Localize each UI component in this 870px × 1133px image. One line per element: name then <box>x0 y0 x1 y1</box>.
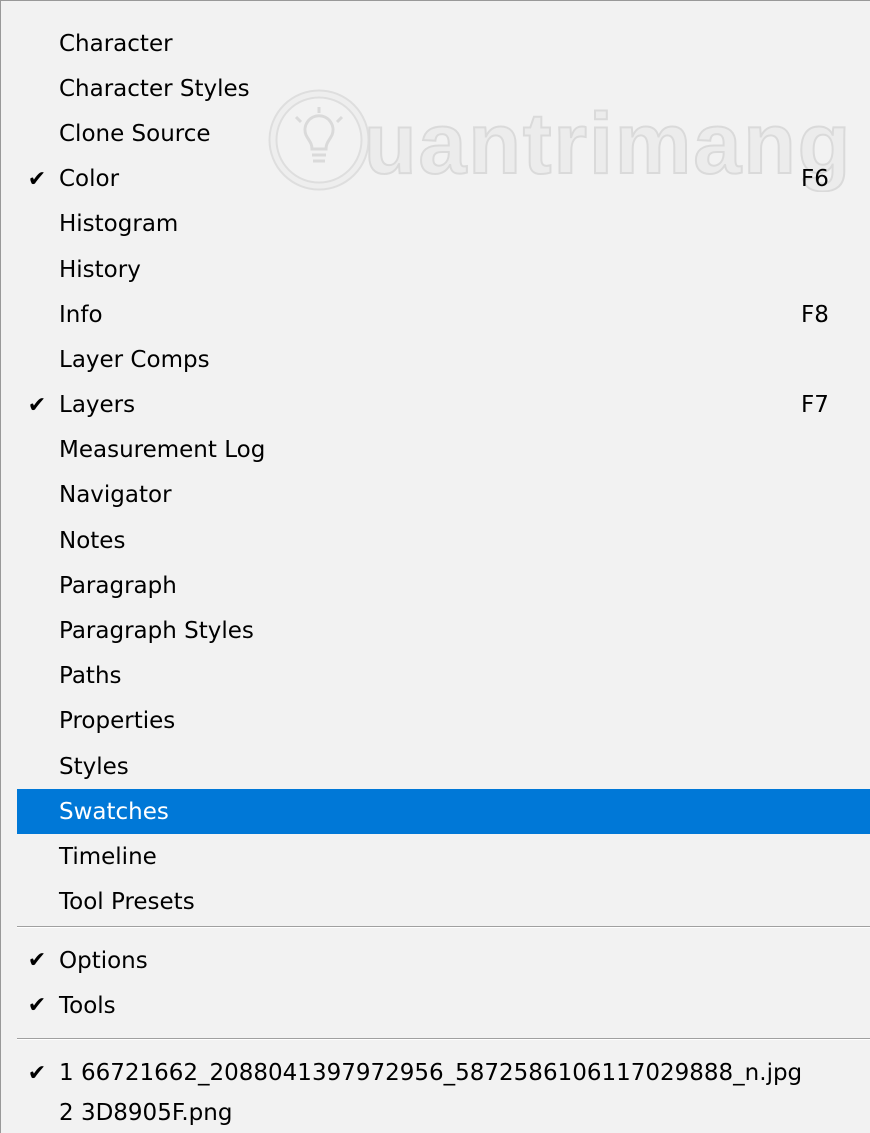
menu-item-label: Tools <box>59 992 116 1019</box>
menu-item-label: Tool Presets <box>59 889 195 916</box>
menu-item-shortcut: F7 <box>801 392 829 419</box>
menu-item-properties[interactable]: Properties <box>17 699 870 744</box>
menu-item-tools[interactable]: ✔ Tools <box>17 983 870 1028</box>
panels-section: Character Character Styles Clone Source … <box>17 21 870 925</box>
menu-item-label: Properties <box>59 708 176 735</box>
menu-item-paragraph-styles[interactable]: Paragraph Styles <box>17 608 870 653</box>
menu-item-info[interactable]: Info F8 <box>17 292 870 337</box>
menu-item-label: Navigator <box>59 482 172 509</box>
menu-separator <box>17 1038 870 1040</box>
menu-item-label: Character <box>59 30 173 57</box>
menu-item-character-styles[interactable]: Character Styles <box>17 66 870 111</box>
menu-item-label: Notes <box>59 527 126 554</box>
menu-item-styles[interactable]: Styles <box>17 744 870 789</box>
menu-item-timeline[interactable]: Timeline <box>17 834 870 879</box>
menu-item-measurement-log[interactable]: Measurement Log <box>17 428 870 473</box>
menu-item-history[interactable]: History <box>17 247 870 292</box>
menu-item-color[interactable]: ✔ Color F6 <box>17 157 870 202</box>
check-icon: ✔ <box>27 993 47 1018</box>
menu-separator <box>17 926 870 928</box>
menu-item-paragraph[interactable]: Paragraph <box>17 563 870 608</box>
window-menu: uantrimang Character Character Styles Cl… <box>0 0 870 1133</box>
menu-item-label: Timeline <box>59 843 157 870</box>
menu-item-label: Options <box>59 947 148 974</box>
menu-item-paths[interactable]: Paths <box>17 654 870 699</box>
menu-item-clone-source[interactable]: Clone Source <box>17 111 870 156</box>
menu-item-histogram[interactable]: Histogram <box>17 202 870 247</box>
menu-item-label: Color <box>59 166 120 193</box>
menu-item-layer-comps[interactable]: Layer Comps <box>17 337 870 382</box>
menu-item-label: 2 3D8905F.png <box>59 1100 233 1126</box>
menu-item-options[interactable]: ✔ Options <box>17 938 870 983</box>
menu-item-label: Paragraph <box>59 572 177 599</box>
documents-section: ✔ 1 66721662_2088041397972956_5872586106… <box>17 1053 870 1133</box>
workspace-section: ✔ Options ✔ Tools <box>17 938 870 1028</box>
menu-item-label: Styles <box>59 753 129 780</box>
menu-item-swatches[interactable]: Swatches <box>17 789 870 835</box>
menu-item-label: Clone Source <box>59 120 211 147</box>
check-icon: ✔ <box>27 948 47 973</box>
check-icon: ✔ <box>27 1060 47 1086</box>
menu-item-label: History <box>59 256 141 283</box>
menu-item-label: Paragraph Styles <box>59 618 254 645</box>
menu-item-document-1[interactable]: ✔ 1 66721662_2088041397972956_5872586106… <box>17 1053 870 1093</box>
menu-item-label: Info <box>59 301 103 328</box>
menu-item-character[interactable]: Character <box>17 21 870 66</box>
menu-item-document-2[interactable]: 2 3D8905F.png <box>17 1093 870 1133</box>
menu-item-navigator[interactable]: Navigator <box>17 473 870 518</box>
menu-item-label: Swatches <box>59 798 169 825</box>
menu-item-label: Paths <box>59 663 122 690</box>
check-icon: ✔ <box>27 166 47 192</box>
menu-item-shortcut: F8 <box>801 301 829 328</box>
menu-item-notes[interactable]: Notes <box>17 518 870 563</box>
menu-item-tool-presets[interactable]: Tool Presets <box>17 880 870 925</box>
menu-item-label: Layers <box>59 392 136 419</box>
menu-item-layers[interactable]: ✔ Layers F7 <box>17 383 870 428</box>
menu-item-label: 1 66721662_2088041397972956_587258610611… <box>59 1060 803 1086</box>
check-icon: ✔ <box>27 392 47 418</box>
menu-item-label: Character Styles <box>59 75 250 102</box>
menu-item-label: Histogram <box>59 211 179 238</box>
menu-item-label: Layer Comps <box>59 346 210 373</box>
menu-item-shortcut: F6 <box>801 166 829 193</box>
menu-item-label: Measurement Log <box>59 437 266 464</box>
